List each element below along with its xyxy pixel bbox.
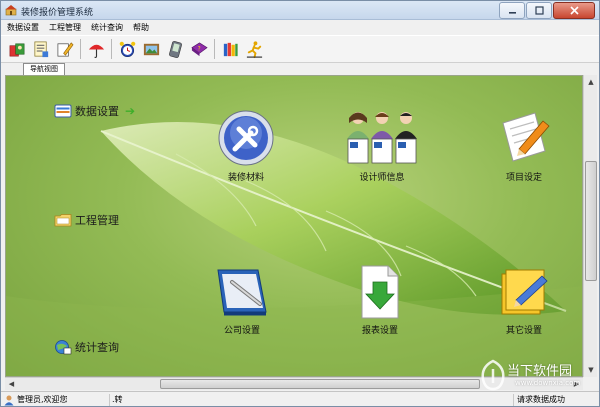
tile-report-settings[interactable]: 报表设置 xyxy=(340,264,420,336)
nav-data-settings[interactable]: 数据设置 ➔ xyxy=(54,103,135,119)
watermark: 当下软件园 www.downxia.com xyxy=(479,359,597,391)
close-button[interactable] xyxy=(553,2,595,19)
tile-decoration-materials-label: 装修材料 xyxy=(227,173,264,183)
nav-statistics-query-label: 统计查询 xyxy=(75,341,119,354)
project-pen-icon xyxy=(502,112,550,162)
data-settings-icon xyxy=(54,104,72,118)
statistics-globe-icon xyxy=(55,340,72,355)
navigation-view-panel: 数据设置 ➔ 工程管理 统计查询 装修材料 设计师信息 项目设定 公司设置 报表… xyxy=(5,75,583,377)
nav-project-management-label: 工程管理 xyxy=(75,214,119,227)
vertical-scroll-thumb[interactable] xyxy=(585,161,597,281)
scroll-up-icon[interactable]: ▲ xyxy=(584,75,598,89)
status-message: 请求数据成功 xyxy=(513,394,597,406)
menu-bar: 数据设置 工程管理 统计查询 帮助 xyxy=(1,20,599,35)
exit-runner-icon xyxy=(246,40,262,58)
toolbar-edit-button[interactable] xyxy=(54,38,76,60)
umbrella-icon xyxy=(88,44,104,58)
toolbar-picture-button[interactable] xyxy=(140,38,162,60)
tile-company-settings-label: 公司设置 xyxy=(223,326,260,336)
maximize-button[interactable] xyxy=(526,2,552,19)
scroll-left-icon[interactable]: ◀ xyxy=(5,378,18,391)
arrow-right-icon: ➔ xyxy=(125,104,136,118)
books-icon xyxy=(223,42,238,56)
menu-statistics-query[interactable]: 统计查询 xyxy=(91,20,123,35)
vertical-scrollbar[interactable]: ▲ ▼ xyxy=(583,75,597,377)
watermark-en-text: www.downxia.com xyxy=(515,379,581,387)
nav-statistics-query[interactable]: 统计查询 xyxy=(54,339,119,355)
tile-report-settings-label: 报表设置 xyxy=(361,326,398,336)
tab-strip: 导航视图 xyxy=(1,63,599,75)
tile-other-settings[interactable]: 其它设置 xyxy=(484,266,564,336)
tile-designer-info[interactable]: 设计师信息 xyxy=(342,109,422,183)
tile-other-settings-label: 其它设置 xyxy=(505,326,542,336)
toolbar-separator xyxy=(80,39,81,59)
watermark-logo-icon xyxy=(481,359,505,391)
notes-pencil-icon xyxy=(501,269,548,315)
window-title: 装修报价管理系统 xyxy=(21,8,94,18)
maximize-icon xyxy=(534,6,544,15)
picture-icon xyxy=(143,43,159,55)
tile-designer-info-label: 设计师信息 xyxy=(359,173,405,183)
svg-text:?: ? xyxy=(197,46,200,52)
window-controls xyxy=(498,2,595,19)
status-user: 管理员,欢迎您 xyxy=(3,394,103,406)
tools-wrench-icon xyxy=(218,110,274,166)
app-window: 装修报价管理系统 数据设置 工程管理 统计查询 帮助 ? 导航视图 数据设置 ➔… xyxy=(0,0,600,407)
menu-data-settings[interactable]: 数据设置 xyxy=(7,20,39,35)
users-icon xyxy=(9,43,24,56)
menu-help[interactable]: 帮助 xyxy=(133,20,149,35)
toolbar-help-button[interactable]: ? xyxy=(188,38,210,60)
minimize-button[interactable] xyxy=(499,2,525,19)
alarm-clock-icon xyxy=(119,41,135,57)
app-logo-icon xyxy=(5,5,17,16)
edit-icon xyxy=(57,41,73,57)
toolbar-document-button[interactable] xyxy=(30,38,52,60)
watermark-cn-text: 当下软件园 xyxy=(507,364,573,379)
toolbar-separator xyxy=(214,39,215,59)
user-icon xyxy=(4,395,14,406)
toolbar-users-button[interactable] xyxy=(6,38,28,60)
minimize-icon xyxy=(508,12,516,14)
designers-people-icon xyxy=(347,112,417,164)
nav-project-management[interactable]: 工程管理 xyxy=(54,212,119,228)
help-book-icon: ? xyxy=(190,42,208,56)
status-middle: .转 xyxy=(109,394,499,406)
toolbar-umbrella-button[interactable] xyxy=(85,38,107,60)
toolbar-books-button[interactable] xyxy=(219,38,241,60)
toolbar-pda-button[interactable] xyxy=(164,38,186,60)
tile-project-settings-label: 项目设定 xyxy=(505,173,542,183)
tile-company-settings[interactable]: 公司设置 xyxy=(202,264,282,336)
close-icon xyxy=(569,6,579,15)
report-download-icon xyxy=(361,265,399,319)
company-notebook-icon xyxy=(217,269,267,316)
toolbar-separator xyxy=(111,39,112,59)
pda-icon xyxy=(168,40,182,58)
nav-data-settings-label: 数据设置 xyxy=(75,105,119,118)
tile-project-settings[interactable]: 项目设定 xyxy=(484,109,564,183)
title-bar[interactable]: 装修报价管理系统 xyxy=(1,1,599,20)
menu-project-management[interactable]: 工程管理 xyxy=(49,20,81,35)
status-user-text: 管理员,欢迎您 xyxy=(17,395,68,404)
status-bar: 管理员,欢迎您 .转 请求数据成功 xyxy=(1,391,599,406)
horizontal-scroll-thumb[interactable] xyxy=(160,379,480,389)
toolbar-exit-button[interactable] xyxy=(243,38,265,60)
folder-icon xyxy=(54,214,72,227)
toolbar-alarm-button[interactable] xyxy=(116,38,138,60)
toolbar: ? xyxy=(1,35,599,63)
tile-decoration-materials[interactable]: 装修材料 xyxy=(206,109,286,183)
tab-navigation-view[interactable]: 导航视图 xyxy=(23,63,65,75)
document-icon xyxy=(33,41,48,57)
